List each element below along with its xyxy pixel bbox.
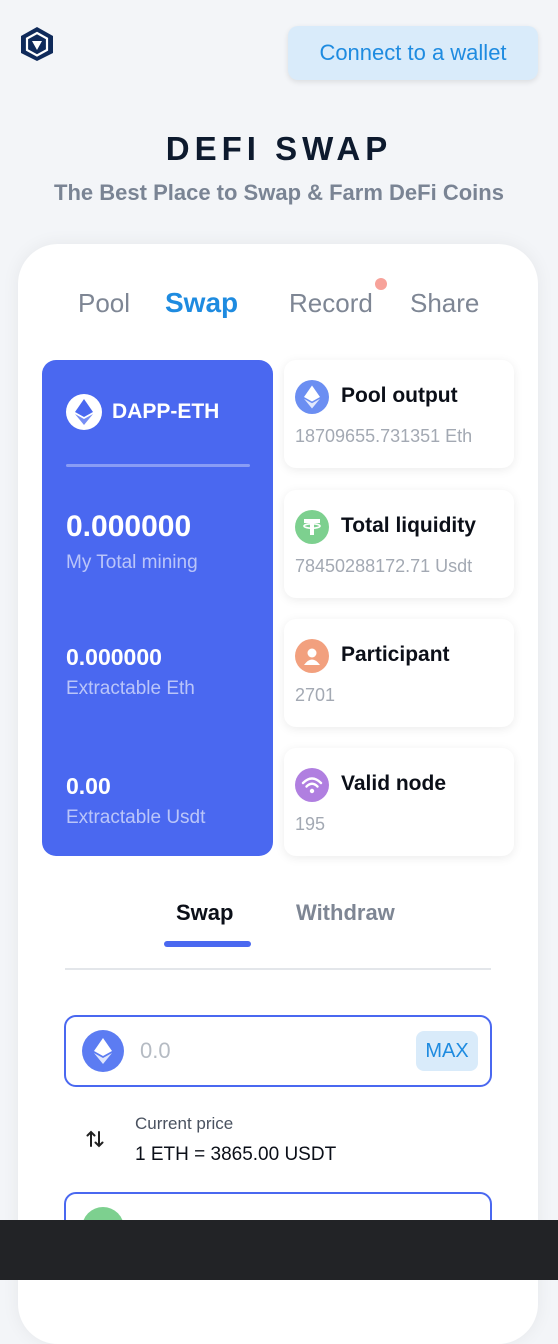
current-price-value: 1 ETH = 3865.00 USDT bbox=[135, 1144, 337, 1165]
total-mining-label: My Total mining bbox=[66, 552, 198, 573]
total-mining-value: 0.000000 bbox=[66, 510, 192, 543]
ethereum-icon bbox=[82, 1030, 124, 1072]
notification-dot bbox=[375, 278, 387, 290]
stat-title: Pool output bbox=[341, 384, 458, 407]
from-amount-field[interactable]: 0.0 MAX bbox=[64, 1015, 492, 1087]
wifi-icon bbox=[295, 768, 329, 802]
stat-card-pool-output: Pool output 18709655.731351 Eth bbox=[284, 360, 514, 468]
stat-title: Valid node bbox=[341, 772, 447, 795]
current-price-label: Current price bbox=[135, 1114, 234, 1133]
pair-label: DAPP-ETH bbox=[112, 400, 220, 423]
tab-share[interactable]: Share bbox=[410, 288, 479, 319]
app-logo-icon[interactable] bbox=[20, 26, 54, 62]
tab-record[interactable]: Record bbox=[289, 288, 373, 319]
tether-icon bbox=[295, 510, 329, 544]
tab-pool[interactable]: Pool bbox=[78, 288, 130, 319]
user-icon bbox=[295, 639, 329, 673]
stat-value: 18709655.731351 Eth bbox=[295, 426, 473, 446]
stat-value: 2701 bbox=[295, 685, 336, 705]
stat-title: Total liquidity bbox=[341, 514, 476, 537]
stat-title: Participant bbox=[341, 643, 450, 666]
divider bbox=[66, 464, 250, 467]
stat-card-participant: Participant 2701 bbox=[284, 619, 514, 727]
stat-value: 195 bbox=[295, 814, 326, 834]
extractable-eth-value: 0.000000 bbox=[66, 644, 162, 670]
stat-card-total-liquidity: Total liquidity 78450288172.71 Usdt bbox=[284, 490, 514, 598]
subtab-swap[interactable]: Swap bbox=[176, 900, 233, 926]
page-title: DEFI SWAP bbox=[165, 130, 393, 167]
active-subtab-indicator bbox=[164, 941, 251, 947]
extractable-usdt-value: 0.00 bbox=[66, 773, 111, 799]
swap-direction-icon[interactable] bbox=[84, 1128, 106, 1150]
connect-wallet-button[interactable]: Connect to a wallet bbox=[288, 26, 538, 80]
mining-panel: DAPP-ETH 0.000000 My Total mining 0.0000… bbox=[42, 360, 273, 856]
stat-card-valid-node: Valid node 195 bbox=[284, 748, 514, 856]
max-button[interactable]: MAX bbox=[416, 1031, 478, 1071]
extractable-eth-label: Extractable Eth bbox=[66, 678, 195, 699]
subtab-withdraw[interactable]: Withdraw bbox=[296, 900, 395, 926]
page-subtitle: The Best Place to Swap & Farm DeFi Coins bbox=[54, 180, 504, 205]
bottom-bar bbox=[0, 1220, 558, 1280]
divider bbox=[65, 968, 491, 970]
stat-value: 78450288172.71 Usdt bbox=[295, 556, 473, 576]
extractable-usdt-label: Extractable Usdt bbox=[66, 807, 206, 828]
ethereum-icon bbox=[295, 380, 329, 414]
tab-swap[interactable]: Swap bbox=[165, 287, 238, 319]
ethereum-icon bbox=[66, 394, 102, 430]
amount-input[interactable]: 0.0 bbox=[140, 1038, 171, 1064]
